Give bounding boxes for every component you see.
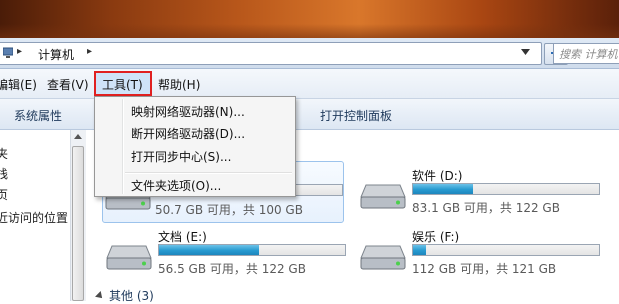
nav-item[interactable]: 栈 <box>0 165 8 182</box>
search-input[interactable]: 搜索 计算机 <box>553 43 619 64</box>
drive-name: 娱乐 (F:) <box>412 230 460 244</box>
address-bar-row: ▸ 计算机 ▸ <box>0 38 619 69</box>
drive-tile-d[interactable]: 软件 (D:) 83.1 GB 可用，共 122 GB <box>360 163 600 223</box>
hard-drive-icon <box>106 245 152 270</box>
drive-tile-f[interactable]: 娱乐 (F:) 112 GB 可用，共 121 GB <box>360 224 600 284</box>
tools-dropdown-menu: 映射网络驱动器(N)... 断开网络驱动器(D)... 打开同步中心(S)...… <box>94 96 296 197</box>
menu-tools-label: 工具(T) <box>102 78 143 92</box>
system-properties-button[interactable]: 系统属性 <box>14 107 62 124</box>
menu-tools[interactable]: 工具(T) <box>94 71 152 96</box>
menu-view[interactable]: 查看(V) <box>47 76 89 93</box>
breadcrumb-separator[interactable]: ▸ <box>17 46 22 57</box>
drive-space-info: 50.7 GB 可用，共 100 GB <box>155 203 303 217</box>
menu-item-disconnect-network-drive[interactable]: 断开网络驱动器(D)... <box>131 125 245 142</box>
menu-help[interactable]: 帮助(H) <box>158 76 200 93</box>
chevron-down-icon[interactable] <box>521 49 530 55</box>
hard-drive-icon <box>360 184 406 209</box>
nav-scrollbar[interactable] <box>70 130 86 301</box>
menu-item-open-sync-center[interactable]: 打开同步中心(S)... <box>131 148 231 165</box>
breadcrumb-computer[interactable]: 计算机 <box>38 46 74 63</box>
hard-drive-icon <box>360 245 406 270</box>
nav-item[interactable]: 页 <box>0 186 8 203</box>
address-bar[interactable]: ▸ 计算机 ▸ <box>0 42 542 65</box>
drive-usage-bar <box>412 244 600 256</box>
drive-name: 软件 (D:) <box>412 169 463 183</box>
command-bar: 系统属性 打开控制面板 <box>0 99 619 130</box>
breadcrumb-separator[interactable]: ▸ <box>87 46 92 57</box>
open-control-panel-button[interactable]: 打开控制面板 <box>320 107 392 124</box>
drive-space-info: 56.5 GB 可用，共 122 GB <box>158 262 306 276</box>
group-header-other[interactable]: 其他 (3) <box>109 287 154 304</box>
nav-item[interactable]: 夹 <box>0 145 8 162</box>
menu-edit[interactable]: 编辑(E) <box>0 76 37 93</box>
drive-space-info: 83.1 GB 可用，共 122 GB <box>412 201 560 215</box>
drive-name: 文档 (E:) <box>158 230 207 244</box>
scroll-up-icon[interactable] <box>74 134 82 139</box>
navigation-pane: 夹 栈 页 近访问的位置 <box>0 130 70 301</box>
menu-bar: 编辑(E) 查看(V) 工具(T) 帮助(H) <box>0 69 619 99</box>
drive-space-info: 112 GB 可用，共 121 GB <box>412 262 557 276</box>
nav-item-recent-places[interactable]: 近访问的位置 <box>0 209 68 226</box>
drive-usage-bar <box>412 183 600 195</box>
drive-usage-fill <box>159 245 260 255</box>
menu-item-map-network-drive[interactable]: 映射网络驱动器(N)... <box>131 103 245 120</box>
menu-separator <box>125 172 292 174</box>
window-title-bar <box>0 0 619 38</box>
menu-gutter <box>122 99 124 194</box>
computer-icon <box>3 47 13 58</box>
menu-item-folder-options[interactable]: 文件夹选项(O)... <box>131 177 221 194</box>
scroll-thumb[interactable] <box>72 146 84 301</box>
drive-usage-bar <box>158 244 346 256</box>
drive-usage-fill <box>413 245 427 255</box>
drive-tile-e[interactable]: 文档 (E:) 56.5 GB 可用，共 122 GB <box>106 224 346 284</box>
drive-usage-fill <box>413 184 473 194</box>
